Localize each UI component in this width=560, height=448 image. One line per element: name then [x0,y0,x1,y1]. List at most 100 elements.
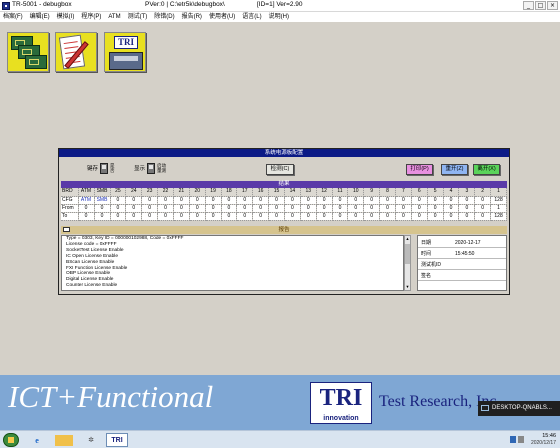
table-cell: 0 [379,204,396,213]
table-cell: 0 [205,204,222,213]
scroll-down-icon[interactable]: ▼ [405,284,410,290]
table-cell: 0 [94,212,111,221]
report-header-label: 报告 [278,227,290,233]
tester-id-row[interactable]: 测试机ID [418,260,506,270]
save-toggle[interactable]: 键存 是否 [87,161,115,175]
menu-language[interactable]: 语言(L) [242,12,261,22]
window-title: TR-5001 - debugbox [12,1,72,8]
scroll-thumb[interactable] [405,244,410,264]
table-cell: 0 [379,212,396,221]
table-cell: 0 [363,212,381,221]
table-cell: SMB [94,196,111,205]
clock-time[interactable]: 15:46 [542,433,556,439]
banner-ict-text: ICT+Functional [8,379,214,414]
clock-date[interactable]: 2020/12/17 [531,440,556,446]
table-header-cell: 9 [363,188,381,197]
menu-bar: 档案(F) 编辑(E) 模拟(I) 程序(P) ATM 测试(T) 除错(D) … [0,12,560,22]
table-cell: 0 [141,212,159,221]
table-cell: 0 [316,212,333,221]
display-toggle-option-measure: 量测 [157,168,167,173]
table-cell: 0 [379,196,396,205]
table-cell: 0 [125,196,143,205]
table-cell: 0 [221,204,238,213]
pcb-layout-tool[interactable] [7,32,49,72]
table-cell: 0 [427,196,444,205]
tray-volume-icon[interactable] [518,436,524,443]
table-cell: 0 [125,212,143,221]
table-cell: 0 [173,212,190,221]
tri-app-taskbar-button[interactable]: TRI [106,433,128,447]
signature-row[interactable]: 签名 [418,271,506,281]
table-cell: 0 [268,212,285,221]
table-cell: 0 [205,196,222,205]
toggle-switch-icon[interactable] [147,162,156,174]
table-cell: 0 [300,204,317,213]
internet-explorer-icon[interactable]: e [28,433,46,447]
report-scrollbar[interactable]: ▲ ▼ [404,235,411,291]
table-cell: 0 [458,212,476,221]
check-button[interactable]: 检测(C) [266,164,294,175]
board-config-table: BRD ATM SMB 25 24 23 22 21 20 19 18 17 16 15 14 13 12 11 1… [61,188,507,221]
table-cell: 0 [205,212,222,221]
folder-icon[interactable] [55,435,73,446]
tri-logo-label: TRI [114,36,138,49]
menu-report[interactable]: 报告(R) [182,12,202,22]
print-button[interactable]: 打印(P) [406,164,433,175]
toggle-switch-icon[interactable] [100,162,109,174]
minimize-button[interactable]: _ [523,1,534,10]
exit-button[interactable]: 离开(X) [473,164,500,175]
report-textbox[interactable]: Type = 0303, Key ID = 000000102988, Code… [61,235,404,291]
product-banner: ICT+Functional TRI innovation Test Resea… [0,375,560,430]
table-cell: 0 [252,204,270,213]
power-board-config-dialog: 系统电源板配置 键存 是否 显示 启动 量测 检测(C) 打印(P) 重开(Z) … [58,148,510,295]
program-edit-tool[interactable] [55,32,97,72]
row-label: To [61,212,79,221]
menu-help[interactable]: 说明(H) [269,12,289,22]
table-cell: 0 [474,204,492,213]
tool-icon[interactable]: ✲ [82,433,100,447]
close-button[interactable]: × [547,1,558,10]
table-cell: 0 [347,204,365,213]
table-cell: 0 [94,204,111,213]
table-cell: 0 [316,196,333,205]
table-header-cell: ATM [78,188,95,197]
table-header-cell: 17 [236,188,254,197]
scroll-up-icon[interactable]: ▲ [405,236,410,242]
taskbar: e ✲ TRI 15:46 2020/12/17 [0,430,560,448]
table-row-to: To 0 0 0 0 0 0 0 0 0 0 0 0 0 0 0 0 0 0 0 0 0 0 0 0 0 0 128 [61,212,507,221]
table-cell: 0 [363,204,381,213]
table-cell: 0 [78,204,95,213]
table-header-cell: 3 [458,188,476,197]
time-value: 15:45:50 [455,251,475,257]
start-button[interactable] [3,433,19,447]
display-toggle[interactable]: 显示 启动 量测 [134,161,166,175]
network-toast[interactable]: DESKTOP-QNABLS... [478,401,560,416]
table-header-cell: 1 [490,188,507,197]
camera-icon[interactable] [63,227,70,232]
menu-test[interactable]: 测试(T) [128,12,148,22]
table-cell: 0 [316,204,333,213]
table-cell: 0 [236,212,254,221]
dialog-controls: 键存 是否 显示 启动 量测 检测(C) 打印(P) 重开(Z) 离开(X) [59,157,509,179]
table-cell: 0 [78,212,95,221]
maximize-button[interactable]: □ [535,1,546,10]
tray-network-icon[interactable] [510,436,516,443]
table-cell: 0 [252,196,270,205]
tri-test-tool[interactable]: TRI [104,32,146,72]
table-header-cell: 23 [141,188,159,197]
table-header-row: BRD ATM SMB 25 24 23 22 21 20 19 18 17 16 15 14 13 12 11 1… [61,188,507,197]
table-cell: 0 [395,212,412,221]
menu-user[interactable]: 使用者(U) [209,12,235,22]
menu-debug[interactable]: 除错(D) [154,12,174,22]
table-header-cell: 2 [474,188,492,197]
menu-edit[interactable]: 编辑(E) [30,12,50,22]
menu-atm[interactable]: ATM [108,12,120,22]
menu-program[interactable]: 程序(P) [81,12,101,22]
reset-button[interactable]: 重开(Z) [441,164,468,175]
table-header-cell: 14 [284,188,301,197]
table-header-cell: 13 [300,188,317,197]
row-label: From [61,204,79,213]
menu-simulate[interactable]: 模拟(I) [57,12,75,22]
menu-file[interactable]: 档案(F) [3,12,23,22]
table-cell: 0 [332,212,349,221]
